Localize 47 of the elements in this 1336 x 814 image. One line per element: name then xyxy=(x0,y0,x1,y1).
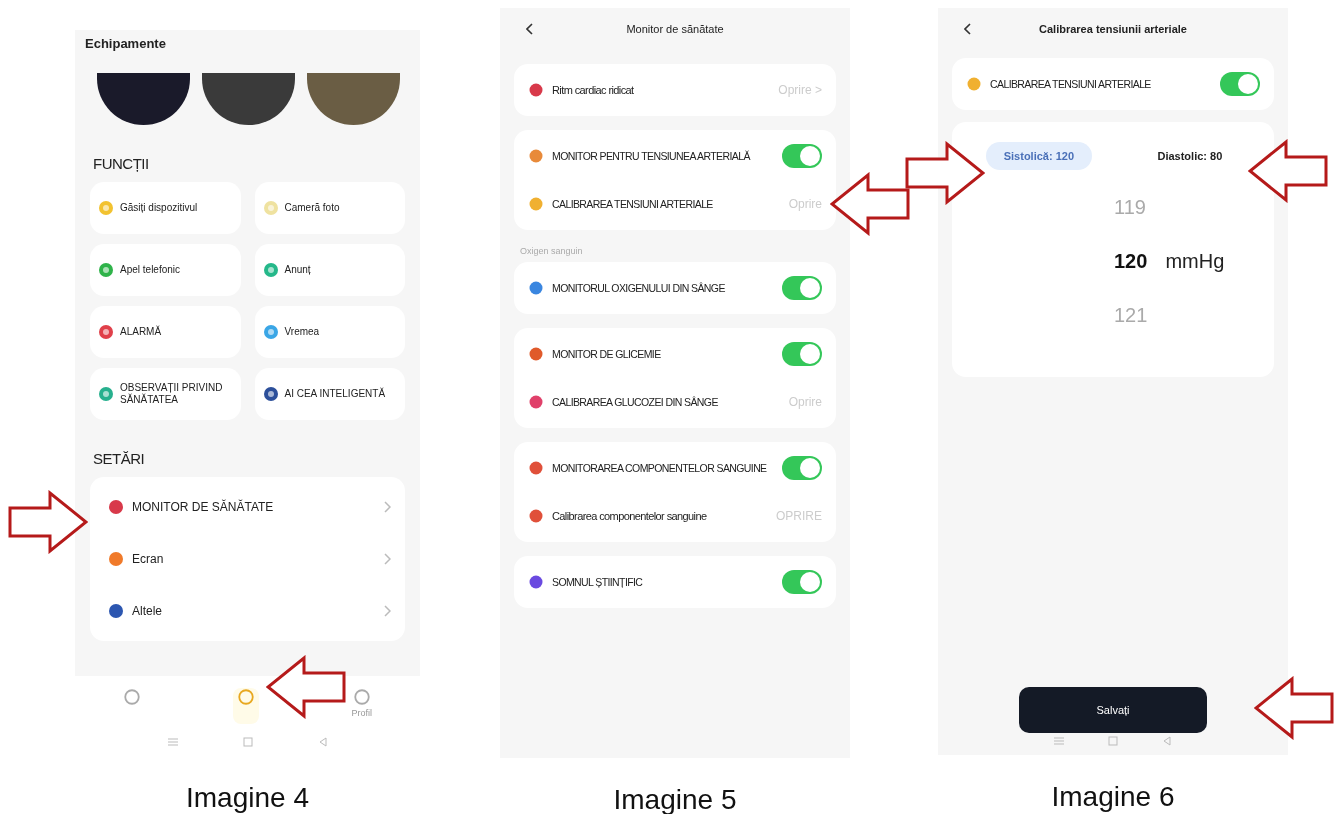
settings-row[interactable]: MONITORUL OXIGENULUI DIN SÂNGE xyxy=(514,264,836,312)
chevron-icon xyxy=(383,501,391,513)
toggle-switch[interactable] xyxy=(782,144,822,168)
chevron-icon xyxy=(383,553,391,565)
function-tile[interactable]: Anunț xyxy=(254,244,405,296)
settings-item[interactable]: Altele xyxy=(90,585,405,637)
screen-title: Monitor de sănătate xyxy=(626,23,724,35)
screen-title: Echipamente xyxy=(85,36,167,51)
section-heading: FUNCȚII xyxy=(93,155,150,172)
toggle-switch[interactable] xyxy=(782,276,822,300)
function-tile[interactable]: Găsiți dispozitivul xyxy=(90,182,241,234)
function-tile[interactable]: OBSERVAȚII PRIVIND SĂNĂTATEA xyxy=(90,368,241,420)
toggle-switch[interactable] xyxy=(782,342,822,366)
toggle-switch[interactable] xyxy=(1220,72,1260,96)
wheel-value[interactable]: 120 xyxy=(1114,249,1148,273)
unit-label: mmHg xyxy=(1165,249,1225,273)
toggle-switch[interactable] xyxy=(782,456,822,480)
function-tile[interactable]: Cameră foto xyxy=(254,182,405,234)
settings-row[interactable]: MONITOR DE GLICEMIE xyxy=(514,330,836,378)
function-tile[interactable]: AI CEA INTELIGENTĂ xyxy=(254,368,405,420)
setting-label: CALIBRAREA TENSIUNI ARTERIALE xyxy=(990,78,1152,90)
home-icon[interactable] xyxy=(1107,735,1119,747)
save-button[interactable]: Salvați xyxy=(1019,687,1207,733)
function-tile[interactable]: Vremea xyxy=(254,306,405,358)
back-icon[interactable] xyxy=(526,23,534,35)
menu-icon[interactable] xyxy=(1053,735,1065,747)
nav-tab[interactable] xyxy=(233,688,260,724)
toggle-switch[interactable] xyxy=(782,570,822,594)
section-label: Oxigen sanguin xyxy=(520,246,584,256)
value-tab[interactable]: Sistolică: 120 xyxy=(985,142,1093,170)
image-caption: Imagine 4 xyxy=(186,782,309,814)
settings-row[interactable]: SOMNUL ȘTIINȚIFIC xyxy=(514,558,836,606)
settings-item[interactable]: MONITOR DE SĂNĂTATE xyxy=(90,481,405,533)
settings-item[interactable]: Ecran xyxy=(90,533,405,585)
settings-row[interactable]: MONITOR PENTRU TENSIUNEA ARTERIALĂ xyxy=(514,132,836,180)
section-heading: SETĂRI xyxy=(93,450,146,467)
function-tile[interactable]: Apel telefonic xyxy=(90,244,241,296)
back-icon[interactable] xyxy=(964,23,972,35)
menu-icon[interactable] xyxy=(166,736,179,748)
image-caption: Imagine 5 xyxy=(613,784,737,814)
value-tab[interactable]: Diastolic: 80 xyxy=(1139,142,1241,170)
settings-row[interactable]: MONITORAREA COMPONENTELOR SANGUINE xyxy=(514,444,836,492)
home-icon[interactable] xyxy=(241,736,254,748)
function-tile[interactable]: ALARMĂ xyxy=(90,306,241,358)
image-caption: Imagine 6 xyxy=(1051,781,1175,813)
chevron-icon xyxy=(383,605,391,617)
screen-title: Calibrarea tensiunii arteriale xyxy=(1039,23,1187,35)
